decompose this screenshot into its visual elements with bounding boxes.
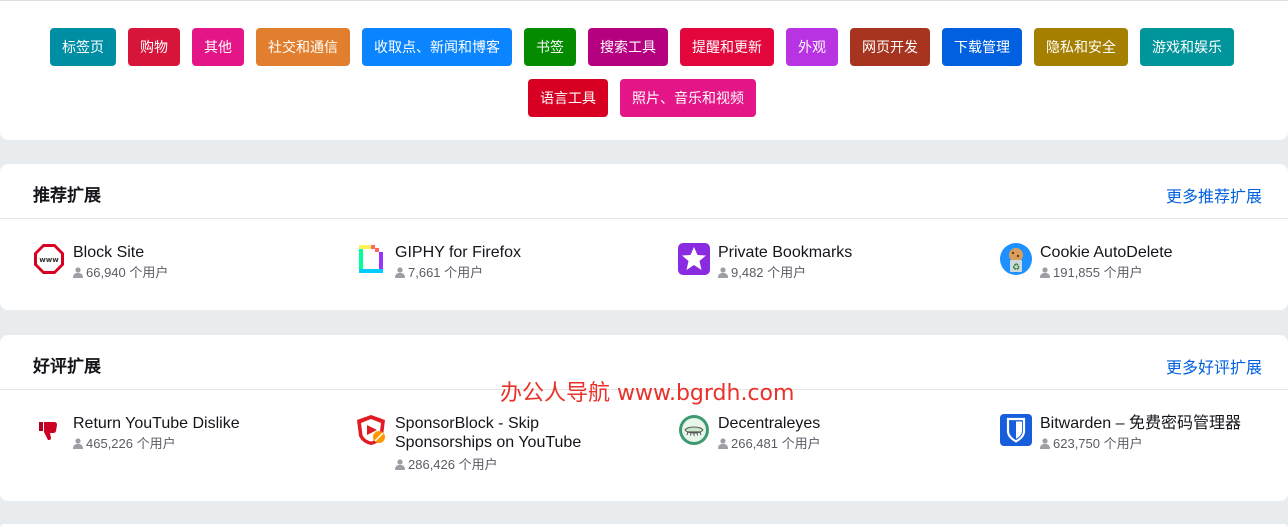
watermark-text: 办公人导航 www.bgrdh.com	[500, 381, 795, 406]
user-icon	[73, 267, 83, 278]
user-count-text: 7,661 个用户	[408, 265, 484, 280]
category-tag[interactable]: 书签	[524, 28, 576, 66]
user-count-text: 9,482 个用户	[731, 265, 807, 280]
category-tag[interactable]: 标签页	[50, 28, 116, 66]
category-tag[interactable]: 外观	[786, 28, 838, 66]
svg-text:♻: ♻	[1012, 263, 1020, 273]
user-count-text: 465,226 个用户	[86, 436, 176, 451]
decentraleyes-icon	[679, 415, 709, 445]
extension-name-line: SponsorBlock - Skip	[395, 415, 540, 432]
extension-item[interactable]: ♻ Cookie AutoDelete 191,855 个用户	[1000, 243, 1260, 283]
recommended-extensions-section: 推荐扩展 更多推荐扩展 www Block Site 66,940 个用户 GI…	[0, 164, 1288, 310]
user-count: 465,226 个用户	[73, 433, 176, 452]
user-count: 266,481 个用户	[718, 433, 821, 452]
category-tag[interactable]: 语言工具	[528, 79, 608, 117]
more-recommended-link[interactable]: 更多推荐扩展	[1166, 183, 1262, 207]
user-count-text: 286,426 个用户	[408, 457, 498, 472]
extension-name[interactable]: SponsorBlock - Skip Sponsorships on YouTu…	[395, 414, 581, 452]
user-count-text: 66,940 个用户	[86, 265, 169, 280]
section-header: 推荐扩展 更多推荐扩展	[0, 164, 1288, 219]
extension-item[interactable]: Bitwarden – 免费密码管理器 623,750 个用户	[1000, 414, 1270, 454]
category-tag[interactable]: 照片、音乐和视频	[620, 79, 756, 117]
category-tag[interactable]: 收取点、新闻和博客	[362, 28, 512, 66]
user-icon	[73, 438, 83, 449]
user-count: 7,661 个用户	[395, 262, 483, 281]
user-count-text: 191,855 个用户	[1053, 265, 1143, 280]
user-icon	[1040, 267, 1050, 278]
top-rated-extensions-section: 好评扩展 更多好评扩展 Return YouTube Dislike 465,2…	[0, 335, 1288, 501]
giphy-icon	[359, 245, 383, 273]
category-tag[interactable]: 下载管理	[942, 28, 1022, 66]
user-count: 191,855 个用户	[1040, 262, 1143, 281]
user-count: 623,750 个用户	[1040, 433, 1143, 452]
sponsorblock-icon	[357, 415, 385, 445]
thumbs-down-icon	[39, 422, 57, 440]
user-icon	[1040, 438, 1050, 449]
category-tag[interactable]: 隐私和安全	[1034, 28, 1128, 66]
user-count: 9,482 个用户	[718, 262, 806, 281]
category-tag[interactable]: 其他	[192, 28, 244, 66]
www-stop-icon: www	[34, 244, 64, 274]
category-tag[interactable]: 购物	[128, 28, 180, 66]
extension-name[interactable]: Private Bookmarks	[718, 243, 852, 262]
user-icon	[395, 459, 405, 470]
extension-item[interactable]: Decentraleyes 266,481 个用户	[678, 414, 968, 454]
user-count: 286,426 个用户	[395, 454, 498, 473]
svg-text:www: www	[39, 256, 59, 264]
extension-item[interactable]: Return YouTube Dislike 465,226 个用户	[33, 414, 333, 454]
section-title: 好评扩展	[33, 357, 101, 377]
extension-name[interactable]: GIPHY for Firefox	[395, 243, 521, 262]
category-tag[interactable]: 搜索工具	[588, 28, 668, 66]
extension-name[interactable]: Decentraleyes	[718, 414, 820, 433]
next-section-edge	[0, 524, 1288, 528]
category-tag[interactable]: 游戏和娱乐	[1140, 28, 1234, 66]
extension-item[interactable]: SponsorBlock - Skip Sponsorships on YouTu…	[355, 414, 655, 474]
extension-name[interactable]: Cookie AutoDelete	[1040, 243, 1173, 262]
category-tags-panel: 标签页 购物 其他 社交和通信 收取点、新闻和博客 书签 搜索工具 提醒和更新 …	[0, 0, 1288, 140]
user-count: 66,940 个用户	[73, 262, 168, 281]
extension-item[interactable]: Private Bookmarks 9,482 个用户	[678, 243, 968, 283]
star-icon	[678, 243, 710, 275]
category-tag[interactable]: 提醒和更新	[680, 28, 774, 66]
extension-name[interactable]: Return YouTube Dislike	[73, 414, 240, 433]
extension-item[interactable]: GIPHY for Firefox 7,661 个用户	[355, 243, 645, 283]
user-icon	[718, 267, 728, 278]
user-count-text: 623,750 个用户	[1053, 436, 1143, 451]
category-tag[interactable]: 社交和通信	[256, 28, 350, 66]
user-icon	[718, 438, 728, 449]
category-tag[interactable]: 网页开发	[850, 28, 930, 66]
user-count-text: 266,481 个用户	[731, 436, 821, 451]
bitwarden-shield-icon	[1000, 414, 1032, 446]
extension-name[interactable]: Bitwarden – 免费密码管理器	[1040, 414, 1241, 433]
section-title: 推荐扩展	[33, 186, 101, 206]
extension-name-line: Sponsorships on YouTube	[395, 434, 582, 451]
extension-item[interactable]: www Block Site 66,940 个用户	[33, 243, 323, 283]
user-icon	[395, 267, 405, 278]
more-top-rated-link[interactable]: 更多好评扩展	[1166, 354, 1262, 378]
cookie-recycle-icon: ♻	[1000, 243, 1032, 275]
extension-name[interactable]: Block Site	[73, 243, 144, 262]
